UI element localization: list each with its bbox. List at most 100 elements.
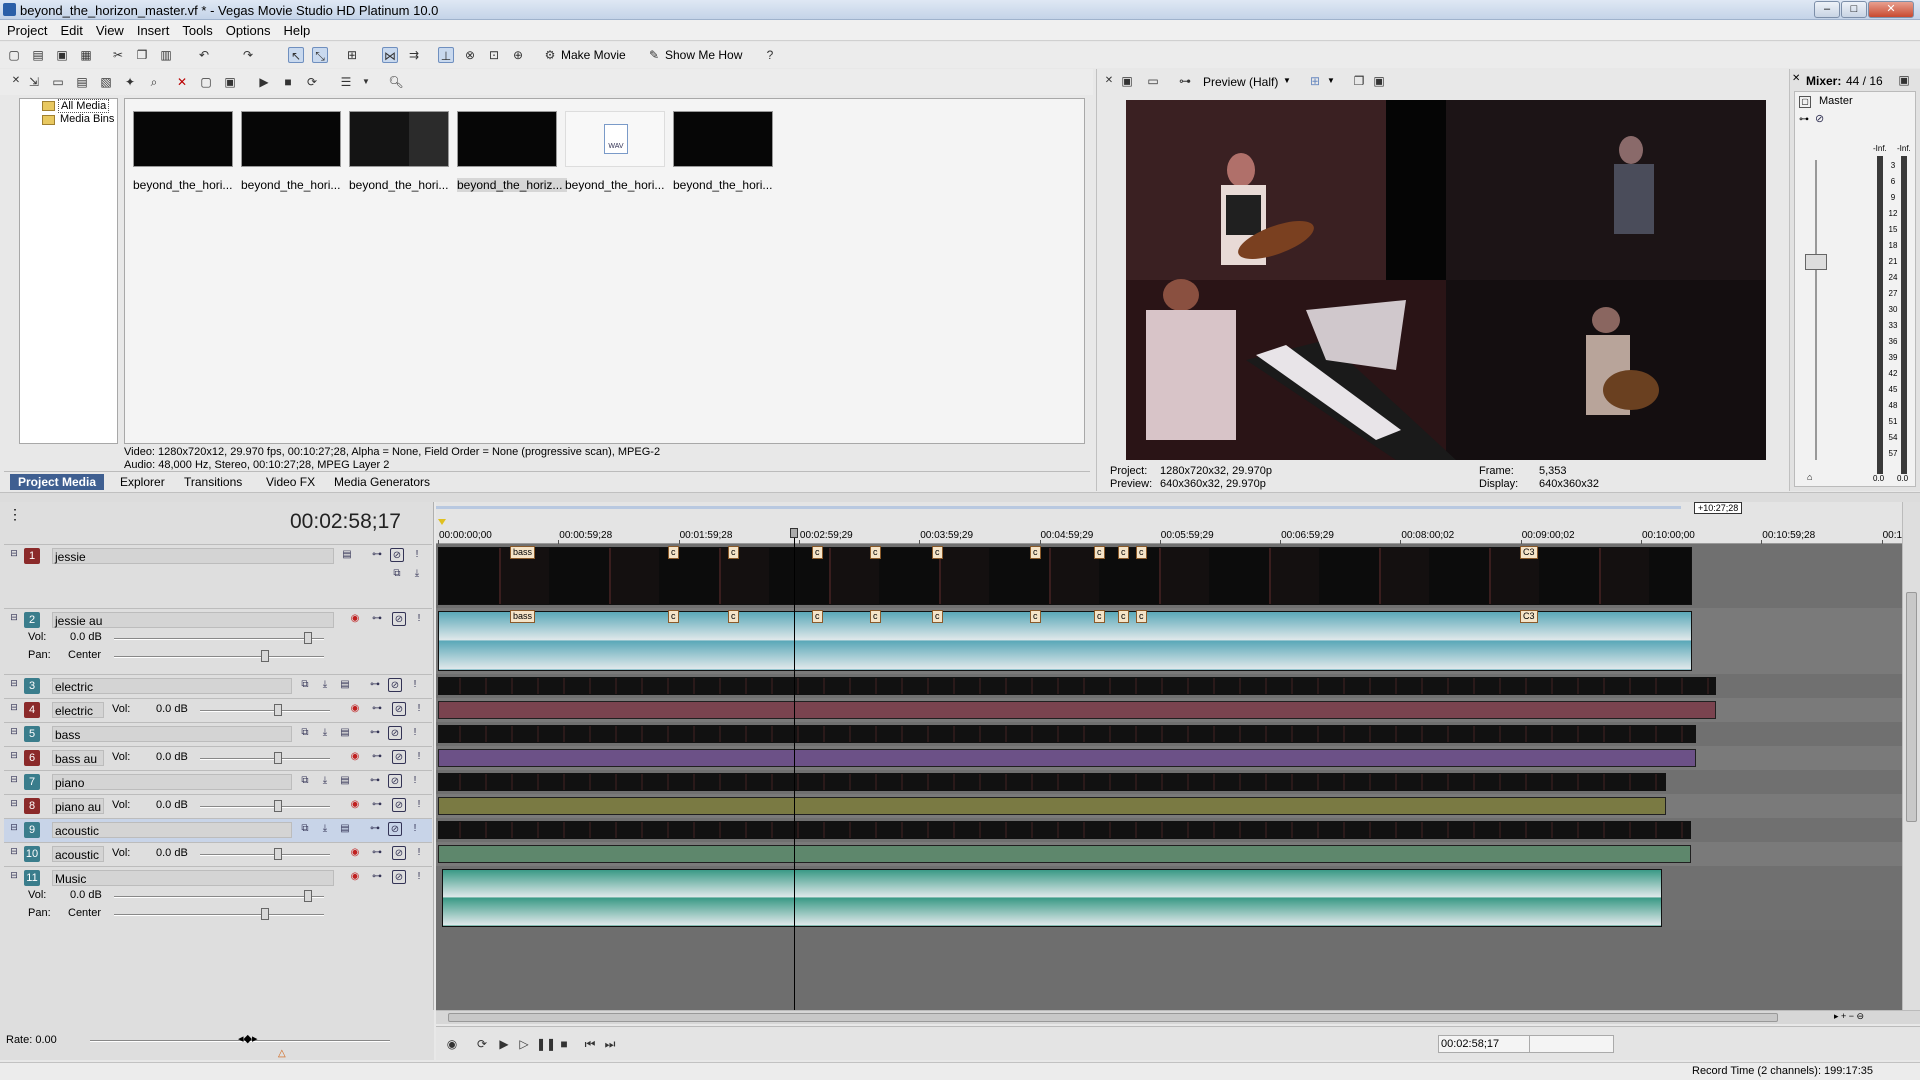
track-lane[interactable]: bass C3 c c c c c c c c c bbox=[436, 608, 1902, 674]
record-icon[interactable]: ◉ bbox=[444, 1036, 460, 1052]
properties-icon[interactable]: ▦ bbox=[78, 47, 94, 63]
track-name[interactable]: jessie bbox=[52, 548, 334, 564]
menu-edit[interactable]: Edit bbox=[53, 20, 88, 38]
volume-slider-knob[interactable] bbox=[274, 848, 282, 860]
take-marker[interactable]: c bbox=[812, 610, 823, 623]
solo-icon[interactable]: ! bbox=[412, 870, 426, 884]
snapping-icon[interactable]: ⊞ bbox=[344, 47, 360, 63]
close-button[interactable]: ✕ bbox=[1868, 1, 1914, 18]
media-properties-icon[interactable]: ▢ bbox=[198, 74, 214, 90]
ignore-grouping-icon[interactable]: ⊗ bbox=[462, 47, 478, 63]
take-marker[interactable]: bass bbox=[510, 546, 536, 559]
track-name[interactable]: bass au bbox=[52, 750, 104, 766]
make-compositing-child-icon[interactable]: ⤓ bbox=[318, 726, 332, 740]
track-fx-icon[interactable]: ⊶ bbox=[370, 612, 384, 626]
audio-event[interactable] bbox=[438, 797, 1666, 815]
zoom-tool-icon[interactable]: ⊕ bbox=[510, 47, 526, 63]
track-motion-icon[interactable]: ⊶ bbox=[368, 822, 382, 836]
arm-for-record-icon[interactable]: ◉ bbox=[348, 750, 362, 764]
save-icon[interactable]: ▣ bbox=[54, 47, 70, 63]
take-marker[interactable]: c bbox=[1094, 546, 1105, 559]
mute-icon[interactable]: ⊘ bbox=[392, 798, 406, 812]
redo-icon[interactable]: ↷ bbox=[240, 47, 256, 63]
track-fx-icon[interactable]: ⊶ bbox=[370, 750, 384, 764]
horizontal-scroll-thumb[interactable] bbox=[448, 1013, 1778, 1022]
track-fx-icon[interactable]: ⊶ bbox=[370, 846, 384, 860]
volume-slider-knob[interactable] bbox=[304, 632, 312, 644]
take-marker[interactable]: c bbox=[1136, 610, 1147, 623]
menu-insert[interactable]: Insert bbox=[130, 20, 176, 38]
fx-icon[interactable]: ⊶ bbox=[1799, 114, 1809, 125]
volume-slider-knob[interactable] bbox=[274, 752, 282, 764]
remove-media-icon[interactable]: ✕ bbox=[174, 74, 190, 90]
loop-playback-icon[interactable]: ⟳ bbox=[474, 1036, 490, 1052]
make-compositing-child-icon[interactable]: ⤓ bbox=[318, 678, 332, 692]
go-to-start-icon[interactable]: ⏮︎ bbox=[582, 1036, 598, 1052]
pane-splitter[interactable] bbox=[0, 492, 1920, 502]
media-item[interactable]: beyond_the_hori... bbox=[349, 109, 449, 195]
track-expand-icon[interactable]: ⊟ bbox=[8, 774, 20, 786]
track-name[interactable]: bass bbox=[52, 726, 292, 742]
mute-icon[interactable]: ⊘ bbox=[388, 822, 402, 836]
vertical-scrollbar[interactable] bbox=[1902, 502, 1920, 1010]
track-header[interactable]: ⊟ 2 jessie au ◉ ⊶ ⊘! Vol: 0.0 dB Pan: Center bbox=[4, 608, 432, 674]
auto-ripple-icon[interactable]: ⇉ bbox=[406, 47, 422, 63]
preview-play-icon[interactable]: ▶ bbox=[256, 74, 272, 90]
video-event[interactable] bbox=[438, 677, 1716, 695]
track-header[interactable]: ⊟ 9 acoustic ⧉ ⤓ ▤ ⊶ ⊘! bbox=[4, 818, 432, 842]
take-marker[interactable]: bass bbox=[510, 610, 536, 623]
compositing-mode-icon[interactable]: ⧉ bbox=[298, 774, 312, 788]
track-expand-icon[interactable]: ⊟ bbox=[8, 822, 20, 834]
tab-explorer[interactable]: Explorer bbox=[112, 474, 173, 490]
track-name[interactable]: electric au bbox=[52, 702, 104, 734]
video-event[interactable] bbox=[438, 773, 1666, 791]
open-icon[interactable]: ▤ bbox=[30, 47, 46, 63]
make-compositing-child-icon[interactable]: ⤓ bbox=[318, 774, 332, 788]
pan-slider-knob[interactable] bbox=[261, 650, 269, 662]
undo-icon[interactable]: ↶ bbox=[196, 47, 212, 63]
stop-icon[interactable]: ■ bbox=[556, 1036, 572, 1052]
preview-quality-dropdown[interactable]: Preview (Half) bbox=[1203, 75, 1278, 89]
media-search-icon[interactable]: 🔍︎ bbox=[388, 74, 404, 90]
playhead-handle[interactable] bbox=[790, 528, 798, 538]
track-motion-icon[interactable]: ⊶ bbox=[370, 548, 384, 562]
mute-icon[interactable]: ⊘ bbox=[392, 750, 406, 764]
audio-event[interactable] bbox=[442, 869, 1662, 927]
tree-item-all-media[interactable]: All Media bbox=[58, 99, 110, 113]
time-ruler[interactable]: +10:27;28 00:00:00;00 00:00:59;28 00:01:59… bbox=[436, 502, 1902, 545]
take-marker[interactable]: c bbox=[932, 610, 943, 623]
take-marker[interactable]: c bbox=[1118, 546, 1129, 559]
track-lane[interactable] bbox=[436, 866, 1902, 930]
playhead-cursor[interactable] bbox=[794, 530, 795, 1010]
mute-icon[interactable]: ⊘ bbox=[392, 870, 406, 884]
audio-event[interactable] bbox=[438, 701, 1716, 719]
import-media-icon[interactable]: ⇲ bbox=[26, 74, 42, 90]
take-marker[interactable]: c bbox=[668, 546, 679, 559]
minimize-button[interactable]: – bbox=[1814, 1, 1840, 18]
preview-fx-icon[interactable]: ⊶ bbox=[1177, 73, 1193, 89]
take-marker[interactable]: C3 bbox=[1520, 546, 1538, 559]
track-fx-icon[interactable]: ⊶ bbox=[370, 702, 384, 716]
media-item[interactable]: beyond_the_hori... bbox=[673, 109, 773, 195]
copy-icon[interactable]: ❐ bbox=[134, 47, 150, 63]
make-compositing-child-icon[interactable]: ⤓ bbox=[410, 567, 424, 581]
menu-options[interactable]: Options bbox=[219, 20, 277, 38]
take-marker[interactable]: c bbox=[812, 546, 823, 559]
track-header[interactable]: ⊟ 7 piano ⧉ ⤓ ▤ ⊶ ⊘! bbox=[4, 770, 432, 794]
volume-slider-knob[interactable] bbox=[304, 890, 312, 902]
track-expand-icon[interactable]: ⊟ bbox=[8, 726, 20, 738]
take-marker[interactable]: C3 bbox=[1520, 610, 1538, 623]
track-header[interactable]: ⊟ 3 electric ⧉ ⤓ ▤ ⊶ ⊘! bbox=[4, 674, 432, 698]
whats-this-help-icon[interactable]: ? bbox=[762, 47, 778, 63]
horizontal-scrollbar[interactable]: ▸ + − ⊖ bbox=[436, 1010, 1920, 1024]
arm-for-record-icon[interactable]: ◉ bbox=[348, 612, 362, 626]
master-properties-icon[interactable]: ▢ bbox=[1799, 96, 1811, 108]
pan-slider[interactable] bbox=[114, 650, 324, 662]
solo-icon[interactable]: ! bbox=[408, 678, 422, 692]
tab-video-fx[interactable]: Video FX bbox=[258, 474, 323, 490]
copy-snapshot-icon[interactable]: ❐ bbox=[1351, 73, 1367, 89]
mute-icon[interactable]: ⊘ bbox=[390, 548, 404, 562]
track-name[interactable]: piano au bbox=[52, 798, 104, 814]
make-movie-icon[interactable]: ⚙ bbox=[542, 47, 558, 63]
solo-icon[interactable]: ! bbox=[408, 822, 422, 836]
